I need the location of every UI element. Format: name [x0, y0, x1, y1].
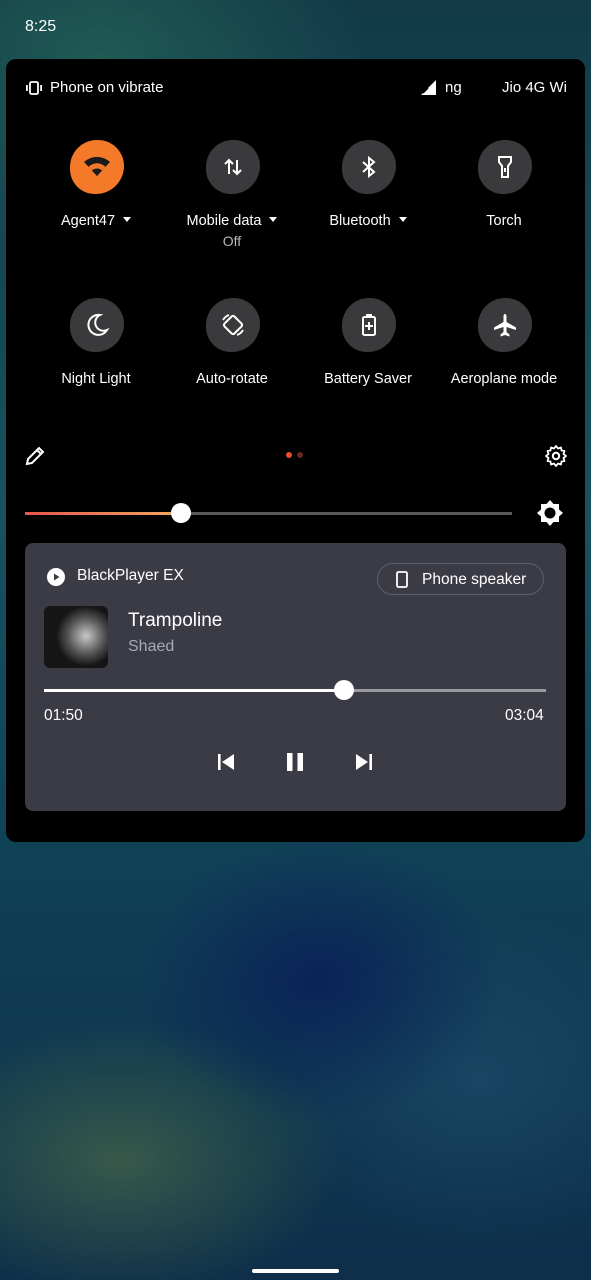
total-duration: 03:04	[505, 707, 544, 724]
bluetooth-icon	[362, 155, 376, 179]
tile-mobile-data-label: Mobile data	[162, 213, 302, 229]
brightness-icon[interactable]	[536, 499, 564, 527]
tile-mobile-data-toggle[interactable]	[206, 140, 260, 194]
tile-torch-toggle[interactable]	[478, 140, 532, 194]
tile-auto-rotate[interactable]: Auto-rotate	[162, 298, 302, 418]
chevron-down-icon[interactable]	[123, 216, 132, 222]
chevron-down-icon[interactable]	[269, 216, 278, 222]
tile-auto-rotate-toggle[interactable]	[206, 298, 260, 352]
seek-bar[interactable]	[44, 680, 546, 700]
media-player-card[interactable]: BlackPlayer EX Phone speaker Trampoline …	[25, 543, 566, 811]
tile-torch[interactable]: Torch	[434, 140, 574, 260]
signal-icon	[421, 80, 436, 95]
tile-auto-rotate-label: Auto-rotate	[196, 371, 268, 387]
rotate-icon	[222, 314, 244, 336]
gear-icon[interactable]	[544, 444, 568, 468]
play-triangle-icon	[54, 573, 60, 581]
status-time: 8:25	[25, 18, 57, 35]
panel-header: Phone on vibrate ng Jio 4G Wi	[6, 59, 585, 119]
tile-battery-saver[interactable]: Battery Saver	[298, 298, 438, 418]
output-device-label: Phone speaker	[422, 571, 527, 588]
page-dot-active	[286, 452, 292, 458]
tile-aeroplane-mode[interactable]: Aeroplane mode	[434, 298, 574, 418]
tile-bluetooth[interactable]: Bluetooth	[298, 140, 438, 260]
page-dot-inactive	[297, 452, 303, 458]
quick-settings-panel: Phone on vibrate ng Jio 4G Wi Agent47 Mo…	[6, 59, 585, 842]
brightness-slider-fill	[25, 512, 181, 515]
wifi-icon	[84, 156, 110, 176]
tile-bluetooth-label: Bluetooth	[298, 213, 438, 229]
airplane-icon	[494, 314, 516, 337]
song-title: Trampoline	[128, 610, 223, 631]
signal-text: ng	[445, 79, 462, 96]
phone-icon	[396, 571, 408, 588]
tile-aeroplane-mode-toggle[interactable]	[478, 298, 532, 352]
tile-wifi-label-text: Agent47	[60, 213, 116, 229]
tile-night-light[interactable]: Night Light	[26, 298, 166, 418]
tile-night-light-label: Night Light	[61, 371, 131, 387]
torch-icon	[498, 156, 512, 178]
tile-mobile-data-label-text: Mobile data	[186, 213, 262, 229]
tile-wifi[interactable]: Agent47	[26, 140, 166, 260]
brightness-slider[interactable]	[25, 503, 512, 523]
brightness-slider-thumb[interactable]	[170, 503, 191, 523]
tile-mobile-data-status: Off	[222, 233, 242, 249]
vibrate-icon	[26, 81, 42, 95]
carrier-name: Jio 4G Wi	[502, 79, 566, 96]
edit-pencil-icon[interactable]	[24, 445, 46, 467]
pause-icon[interactable]	[283, 750, 307, 774]
tile-aeroplane-mode-label: Aeroplane mode	[450, 371, 558, 387]
tile-mobile-data[interactable]: Mobile data Off	[162, 140, 302, 260]
chevron-down-icon[interactable]	[398, 216, 407, 222]
skip-next-icon[interactable]	[352, 750, 376, 774]
song-artist: Shaed	[128, 638, 175, 655]
skip-previous-icon[interactable]	[214, 750, 238, 774]
page-indicator	[286, 452, 306, 460]
album-art	[44, 606, 108, 668]
seek-bar-fill	[44, 689, 345, 692]
battery-icon	[362, 314, 376, 336]
tile-battery-saver-label: Battery Saver	[324, 371, 412, 387]
tile-night-light-toggle[interactable]	[70, 298, 124, 352]
tile-bluetooth-toggle[interactable]	[342, 140, 396, 194]
tile-wifi-toggle[interactable]	[70, 140, 124, 194]
gesture-nav-handle[interactable]	[252, 1269, 339, 1273]
play-app-icon	[47, 568, 65, 586]
tile-wifi-label: Agent47	[26, 213, 166, 229]
seek-bar-thumb[interactable]	[334, 680, 355, 700]
tile-torch-label: Torch	[486, 213, 522, 229]
tile-bluetooth-label-text: Bluetooth	[329, 213, 391, 229]
tile-battery-saver-toggle[interactable]	[342, 298, 396, 352]
moon-icon	[87, 313, 110, 336]
ringer-mode-label: Phone on vibrate	[50, 79, 164, 96]
output-device-button[interactable]: Phone speaker	[377, 563, 544, 595]
media-app-name: BlackPlayer EX	[77, 567, 184, 584]
mobile-data-icon	[224, 158, 242, 176]
elapsed-time: 01:50	[44, 707, 83, 724]
